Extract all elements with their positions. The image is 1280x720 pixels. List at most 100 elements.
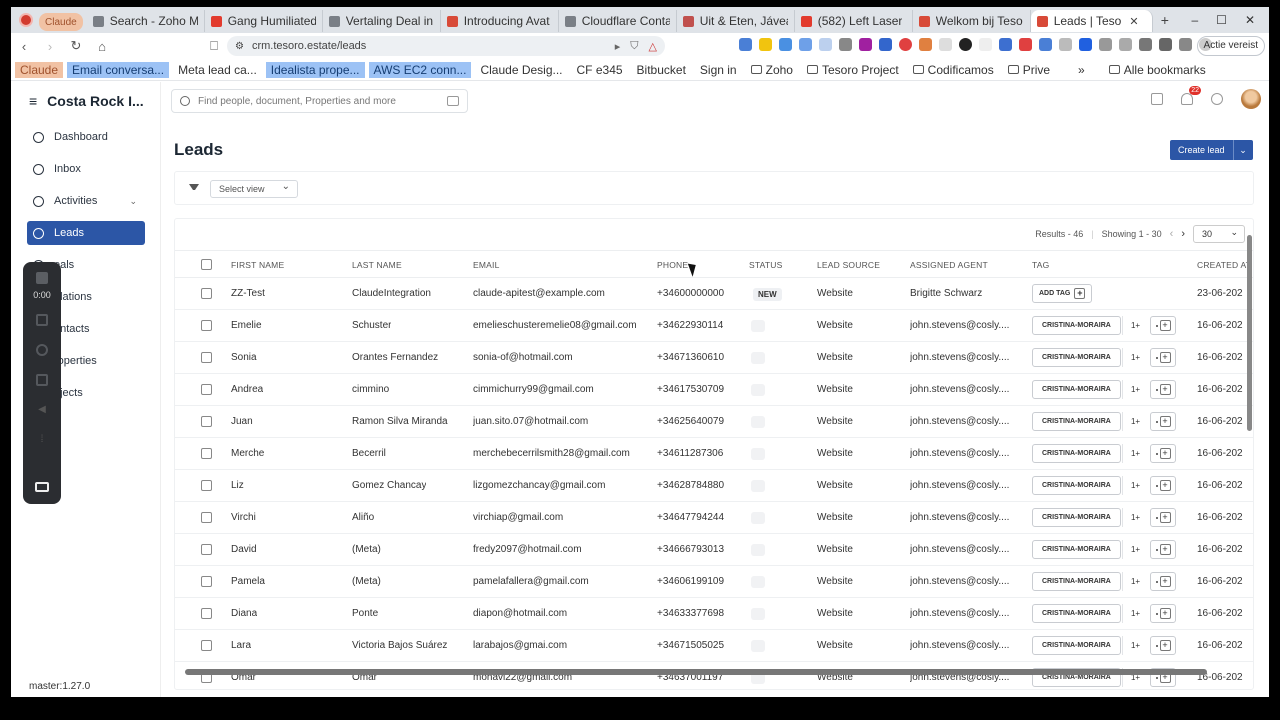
sidebar-item[interactable]: Inbox bbox=[27, 157, 145, 181]
extension-icon[interactable] bbox=[799, 38, 812, 51]
maximize-icon[interactable]: ☐ bbox=[1216, 13, 1227, 27]
forward-icon[interactable]: › bbox=[43, 39, 57, 54]
extension-icon[interactable] bbox=[1119, 38, 1132, 51]
extension-icon[interactable] bbox=[979, 38, 992, 51]
row-checkbox[interactable] bbox=[201, 320, 212, 331]
vertical-scrollbar[interactable] bbox=[1247, 235, 1252, 663]
table-row[interactable]: ZZ-Test ClaudeIntegration claude-apitest@e… bbox=[175, 278, 1253, 310]
extension-icon[interactable] bbox=[1159, 38, 1172, 51]
warning-icon[interactable]: △ bbox=[649, 40, 657, 53]
close-window-icon[interactable]: ✕ bbox=[1245, 13, 1255, 27]
add-tag-button[interactable]: + bbox=[1150, 540, 1176, 559]
pause-icon[interactable] bbox=[36, 314, 48, 326]
browser-tab[interactable]: Search - Zoho M bbox=[87, 10, 205, 32]
restart-icon[interactable] bbox=[36, 344, 48, 356]
search-input[interactable]: Find people, document, Properties and mo… bbox=[198, 96, 396, 107]
extension-icon[interactable] bbox=[959, 38, 972, 51]
add-tag-button[interactable]: + bbox=[1150, 444, 1176, 463]
horizontal-scrollbar[interactable] bbox=[185, 669, 1251, 675]
row-checkbox[interactable] bbox=[201, 288, 212, 299]
calendar-icon[interactable] bbox=[1151, 93, 1163, 105]
table-row[interactable]: Liz Gomez Chancay lizgomezchancay@gmail.co… bbox=[175, 470, 1253, 502]
add-tag-button[interactable]: + bbox=[1150, 604, 1176, 623]
row-checkbox[interactable] bbox=[201, 640, 212, 651]
row-checkbox[interactable] bbox=[201, 448, 212, 459]
column-header[interactable]: LAST NAME bbox=[352, 260, 402, 270]
column-header[interactable]: STATUS bbox=[749, 260, 782, 270]
table-row[interactable]: Sonia Orantes Fernandez sonia-of@hotmail.c… bbox=[175, 342, 1253, 374]
bookmark-item[interactable]: Email conversa... bbox=[67, 61, 170, 78]
table-row[interactable]: Diana Ponte diapon@hotmail.com +34633377698… bbox=[175, 598, 1253, 630]
table-row[interactable]: Juan Ramon Silva Miranda juan.sito.07@hotm… bbox=[175, 406, 1253, 438]
next-page-icon[interactable]: › bbox=[1181, 228, 1185, 240]
tab-claude[interactable]: Claude bbox=[39, 13, 83, 31]
global-search[interactable]: Find people, document, Properties and mo… bbox=[171, 89, 468, 113]
column-header[interactable]: CREATED AT bbox=[1197, 260, 1251, 270]
bookmark-item[interactable]: Meta lead ca... bbox=[173, 62, 262, 78]
add-tag-button[interactable]: + bbox=[1150, 508, 1176, 527]
cast-icon[interactable]: ▸ bbox=[615, 40, 621, 53]
extension-icon[interactable] bbox=[759, 38, 772, 51]
back-icon[interactable]: ‹ bbox=[17, 39, 31, 54]
extension-icon[interactable] bbox=[1079, 38, 1092, 51]
tag-count[interactable]: 1+ bbox=[1122, 380, 1148, 399]
browser-tab[interactable]: Uit & Eten, Jávea bbox=[677, 10, 795, 32]
browser-tab[interactable]: Cloudflare Conta bbox=[559, 10, 677, 32]
trash-icon[interactable] bbox=[36, 374, 48, 386]
tag-chip[interactable]: CRISTINA-MORAIRA bbox=[1032, 636, 1121, 655]
bookmark-item[interactable]: Zoho bbox=[746, 62, 798, 78]
add-tag-button[interactable]: + bbox=[1150, 636, 1176, 655]
audio-icon[interactable]: ◀ bbox=[36, 404, 48, 416]
browser-tab[interactable]: Leads | Teso ✕ bbox=[1030, 10, 1153, 32]
tag-chip[interactable]: CRISTINA-MORAIRA bbox=[1032, 508, 1121, 527]
tag-chip[interactable]: CRISTINA-MORAIRA bbox=[1032, 412, 1121, 431]
row-checkbox[interactable] bbox=[201, 512, 212, 523]
add-tag-button[interactable]: + bbox=[1150, 572, 1176, 591]
bookmark-item[interactable]: Sign in bbox=[695, 62, 742, 78]
bookmark-item[interactable]: Bitbucket bbox=[632, 62, 691, 78]
table-row[interactable]: Merche Becerril merchebecerrilsmith28@gmai… bbox=[175, 438, 1253, 470]
sidebar-item[interactable]: Leads bbox=[27, 221, 145, 245]
shield-icon[interactable]: ⛉ bbox=[630, 40, 638, 53]
extension-icon[interactable] bbox=[779, 38, 792, 51]
grid-icon[interactable]: ⁞ bbox=[36, 434, 48, 446]
table-row[interactable]: Pamela (Meta) pamelafallera@gmail.com +3460… bbox=[175, 566, 1253, 598]
extension-icon[interactable] bbox=[819, 38, 832, 51]
tag-count[interactable]: 1+ bbox=[1122, 316, 1148, 335]
close-tab-icon[interactable]: ✕ bbox=[1129, 15, 1138, 28]
select-view-dropdown[interactable]: Select view bbox=[210, 179, 298, 198]
row-checkbox[interactable] bbox=[201, 608, 212, 619]
tag-chip[interactable]: CRISTINA-MORAIRA bbox=[1032, 316, 1121, 335]
filter-icon[interactable] bbox=[189, 184, 199, 194]
select-all-checkbox[interactable] bbox=[201, 259, 212, 270]
table-row[interactable]: Andrea cimmino cimmichurry99@gmail.com +346… bbox=[175, 374, 1253, 406]
avatar[interactable] bbox=[1241, 89, 1261, 109]
column-header[interactable]: TAG bbox=[1032, 260, 1049, 270]
chevron-down-icon[interactable]: ⌄ bbox=[1232, 140, 1253, 160]
browser-tab[interactable]: Welkom bij Teso bbox=[913, 10, 1031, 32]
extension-icon[interactable] bbox=[839, 38, 852, 51]
bookmark-star-icon[interactable]: ⎕ bbox=[207, 38, 221, 54]
extension-icon[interactable] bbox=[939, 38, 952, 51]
chevron-down-icon[interactable]: ⌄ bbox=[129, 196, 137, 207]
horizontal-scroll-thumb[interactable] bbox=[185, 669, 1207, 675]
browser-tab[interactable]: Vertaling Deal in bbox=[323, 10, 441, 32]
add-tag-button[interactable]: + bbox=[1150, 476, 1176, 495]
tag-count[interactable]: 1+ bbox=[1122, 348, 1148, 367]
row-checkbox[interactable] bbox=[201, 576, 212, 587]
new-tab-button[interactable]: + bbox=[1161, 12, 1169, 28]
column-header[interactable]: LEAD SOURCE bbox=[817, 260, 880, 270]
tag-count[interactable]: 1+ bbox=[1122, 540, 1148, 559]
menu-icon[interactable]: ≡ bbox=[29, 93, 37, 109]
tag-chip[interactable]: CRISTINA-MORAIRA bbox=[1032, 540, 1121, 559]
table-row[interactable]: Omar Omar mohavi22@gmail.com +34637001197 We… bbox=[175, 662, 1253, 689]
bookmark-item[interactable]: Prive bbox=[1003, 62, 1055, 78]
tag-count[interactable]: 1+ bbox=[1122, 444, 1148, 463]
browser-tab[interactable]: Gang Humiliated bbox=[205, 10, 323, 32]
extension-icon[interactable] bbox=[919, 38, 932, 51]
extension-icon[interactable] bbox=[879, 38, 892, 51]
column-header[interactable]: ASSIGNED AGENT bbox=[910, 260, 988, 270]
add-tag-button[interactable]: + bbox=[1150, 316, 1176, 335]
row-checkbox[interactable] bbox=[201, 352, 212, 363]
reload-icon[interactable]: ↻ bbox=[69, 38, 83, 54]
